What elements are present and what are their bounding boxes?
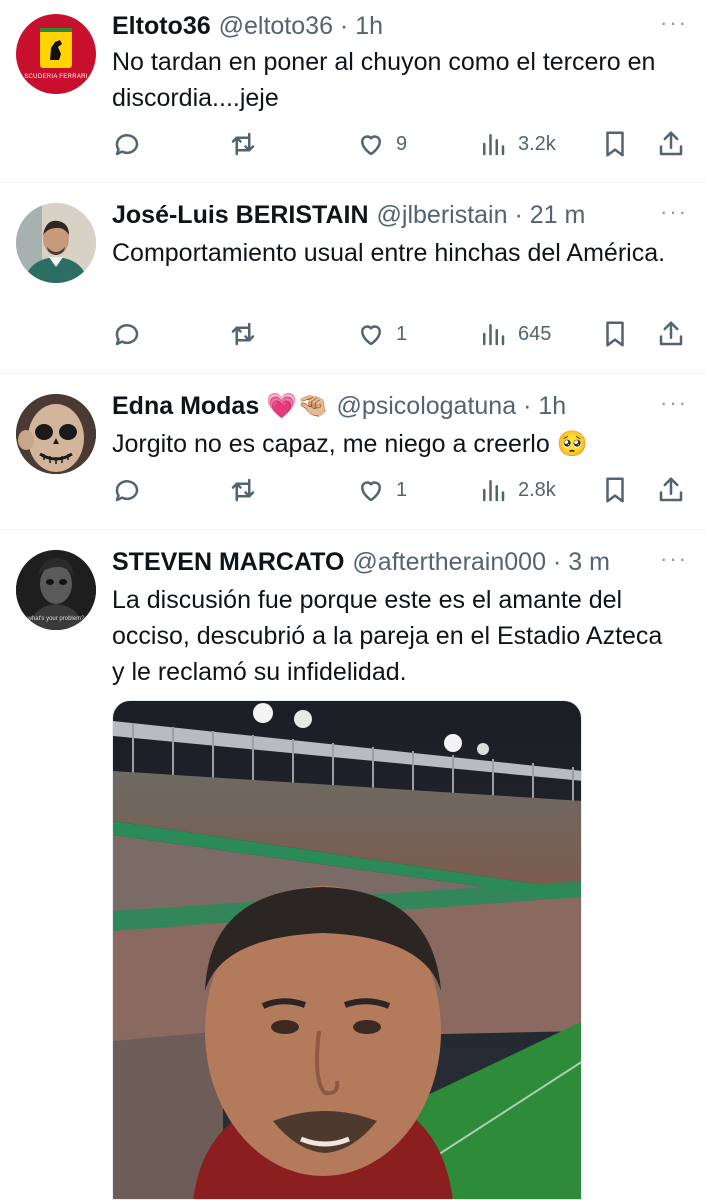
timestamp[interactable]: 1h — [538, 392, 566, 420]
tweet-3[interactable]: Edna Modas 💗🤏🏼 @psicologatuna · 1h ··· Jo… — [0, 374, 706, 529]
more-options-icon[interactable]: ··· — [660, 12, 688, 34]
reply-button[interactable] — [112, 314, 142, 354]
share-icon — [659, 131, 683, 156]
timestamp[interactable]: 21 m — [530, 201, 586, 229]
user-handle[interactable]: @aftertherain000 — [352, 548, 546, 576]
reply-button[interactable] — [112, 124, 142, 164]
views-icon — [483, 480, 505, 502]
bookmark-icon — [606, 321, 624, 347]
share-button[interactable] — [656, 470, 686, 510]
tweet-header: Eltoto36 @eltoto36 · 1h ··· — [112, 10, 706, 42]
stadium-selfie-image — [113, 701, 581, 1199]
tweet-text: No tardan en poner al chuyon como el ter… — [112, 48, 656, 112]
avatar[interactable] — [16, 394, 96, 474]
tweet-header: José-Luis BERISTAIN @jlberistain · 21 m ·… — [112, 199, 706, 231]
views-button[interactable]: 3.2k — [478, 124, 556, 164]
retweet-icon — [231, 132, 255, 156]
avatar[interactable]: what's your problem? — [16, 550, 96, 630]
tweet-actions: 1 2.8k — [112, 470, 692, 510]
separator-dot: · — [514, 201, 523, 229]
user-handle[interactable]: @eltoto36 — [219, 12, 333, 40]
avatar[interactable] — [16, 203, 96, 283]
share-button[interactable] — [656, 314, 686, 354]
view-count: 2.8k — [518, 478, 556, 501]
views-button[interactable]: 2.8k — [478, 470, 556, 510]
share-icon — [659, 477, 683, 502]
user-handle[interactable]: @psicologatuna — [336, 392, 516, 420]
tweet-text: Jorgito no es capaz, me niego a creerlo … — [112, 430, 588, 458]
view-count: 645 — [518, 322, 552, 345]
avatar[interactable]: SCUDERIA FERRARI — [16, 14, 96, 94]
like-icon — [361, 135, 381, 156]
bookmark-button[interactable] — [600, 470, 630, 510]
like-button[interactable]: 9 — [356, 124, 407, 164]
avatar-caption: SCUDERIA FERRARI — [24, 74, 88, 80]
like-count: 1 — [396, 322, 408, 345]
tweet-header: Edna Modas 💗🤏🏼 @psicologatuna · 1h ··· — [112, 390, 706, 422]
like-count: 9 — [396, 132, 408, 155]
bookmark-icon — [606, 131, 624, 157]
tweet-header: STEVEN MARCATO @aftertherain000 · 3 m ··· — [112, 546, 706, 578]
tweet-1[interactable]: SCUDERIA FERRARI Eltoto36 @eltoto36 · 1h … — [0, 0, 706, 182]
tweet-actions: 1 645 — [112, 314, 692, 354]
retweet-icon — [231, 478, 255, 502]
like-icon — [361, 325, 381, 346]
retweet-button[interactable] — [228, 470, 258, 510]
separator-dot: · — [552, 548, 562, 576]
views-icon — [483, 134, 505, 156]
view-count: 3.2k — [518, 132, 556, 155]
share-button[interactable] — [656, 124, 686, 164]
display-name[interactable]: STEVEN MARCATO — [112, 548, 344, 576]
bookmark-button[interactable] — [600, 314, 630, 354]
like-button[interactable]: 1 — [356, 470, 407, 510]
more-options-icon[interactable]: ··· — [660, 392, 688, 414]
like-button[interactable]: 1 — [356, 314, 407, 354]
tweet-actions: 9 3.2k — [112, 124, 692, 164]
tweet-media-photo[interactable] — [112, 700, 582, 1200]
display-name[interactable]: Edna Modas 💗🤏🏼 — [112, 392, 328, 420]
reply-icon — [115, 324, 139, 346]
display-name[interactable]: Eltoto36 — [112, 12, 211, 40]
retweet-icon — [231, 322, 255, 346]
reply-icon — [115, 134, 139, 156]
like-icon — [361, 481, 381, 502]
display-name[interactable]: José-Luis BERISTAIN — [112, 201, 369, 229]
views-icon — [483, 324, 505, 346]
tweet-text: Comportamiento usual entre hinchas del A… — [112, 239, 666, 267]
separator-dot: · — [523, 392, 532, 420]
share-icon — [659, 321, 683, 346]
avatar-caption: what's your problem? — [27, 616, 85, 622]
separator-dot: · — [339, 12, 349, 40]
like-count: 1 — [396, 478, 408, 501]
retweet-button[interactable] — [228, 314, 258, 354]
tweet-2[interactable]: José-Luis BERISTAIN @jlberistain · 21 m ·… — [0, 183, 706, 373]
user-handle[interactable]: @jlberistain — [377, 201, 508, 229]
tweet-text: La discusión fue porque este es el amant… — [112, 586, 663, 686]
bookmark-button[interactable] — [600, 124, 630, 164]
reply-button[interactable] — [112, 470, 142, 510]
timestamp[interactable]: 3 m — [568, 548, 610, 576]
reply-icon — [115, 480, 139, 502]
views-button[interactable]: 645 — [478, 314, 551, 354]
retweet-button[interactable] — [228, 124, 258, 164]
timestamp[interactable]: 1h — [355, 12, 383, 40]
bookmark-icon — [606, 477, 624, 503]
more-options-icon[interactable]: ··· — [660, 201, 688, 223]
more-options-icon[interactable]: ··· — [660, 548, 688, 570]
